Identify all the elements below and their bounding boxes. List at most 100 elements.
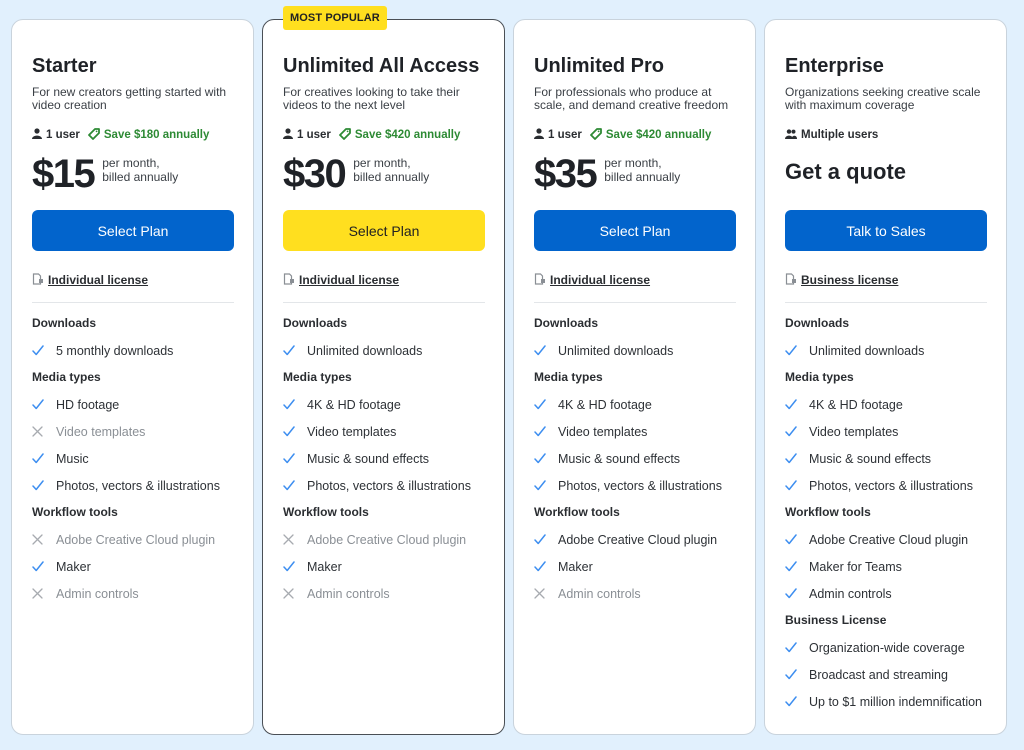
select-plan-button[interactable]: Select Plan bbox=[32, 210, 234, 251]
feature-item: Adobe Creative Cloud plugin bbox=[32, 532, 233, 547]
license-link[interactable]: Individual license bbox=[550, 273, 650, 287]
feature-label: Up to $1 million indemnification bbox=[809, 694, 983, 709]
price: $30 bbox=[283, 152, 347, 196]
savings-label: Save $180 annually bbox=[103, 129, 210, 141]
feature-section-heading: Downloads bbox=[785, 316, 850, 330]
price-note: per month, billed annually bbox=[604, 156, 680, 184]
divider bbox=[534, 302, 736, 303]
check-icon bbox=[283, 426, 307, 437]
feature-label: 4K & HD footage bbox=[809, 397, 903, 412]
savings-label: Save $420 annually bbox=[354, 129, 461, 141]
feature-label: Adobe Creative Cloud plugin bbox=[56, 532, 216, 547]
feature-label: Adobe Creative Cloud plugin bbox=[558, 532, 718, 547]
check-icon bbox=[785, 669, 809, 680]
select-plan-button[interactable]: Select Plan bbox=[283, 210, 485, 251]
feature-label: Photos, vectors & illustrations bbox=[558, 478, 722, 493]
feature-section-heading: Media types bbox=[283, 370, 352, 384]
feature-item: Adobe Creative Cloud plugin bbox=[283, 532, 484, 547]
license-link[interactable]: Individual license bbox=[299, 273, 399, 287]
feature-label: Music & sound effects bbox=[307, 451, 430, 466]
feature-section-heading: Workflow tools bbox=[785, 505, 871, 519]
savings-info: Save $420 annually bbox=[338, 127, 461, 143]
feature-item: Music & sound effects bbox=[534, 451, 735, 466]
divider bbox=[283, 302, 485, 303]
feature-item: 4K & HD footage bbox=[283, 397, 484, 412]
tag-icon bbox=[338, 127, 351, 143]
check-icon bbox=[283, 345, 307, 356]
feature-section-heading: Downloads bbox=[283, 316, 348, 330]
document-icon bbox=[32, 272, 44, 288]
plan-title: Starter bbox=[32, 55, 97, 77]
feature-label: Video templates bbox=[307, 424, 397, 439]
feature-section-heading: Media types bbox=[785, 370, 854, 384]
most-popular-badge: MOST POPULAR bbox=[283, 6, 387, 30]
license-link[interactable]: Individual license bbox=[48, 273, 148, 287]
check-icon bbox=[534, 426, 558, 437]
feature-label: Photos, vectors & illustrations bbox=[56, 478, 220, 493]
check-icon bbox=[785, 426, 809, 437]
feature-item: Admin controls bbox=[534, 586, 735, 601]
feature-item: Maker for Teams bbox=[785, 559, 986, 574]
feature-label: HD footage bbox=[56, 397, 120, 412]
check-icon bbox=[785, 642, 809, 653]
license-link[interactable]: Business license bbox=[801, 273, 898, 287]
users-info: Multiple users bbox=[785, 128, 878, 142]
check-icon bbox=[283, 453, 307, 464]
plan-title: Unlimited All Access bbox=[283, 55, 480, 77]
feature-label: Video templates bbox=[809, 424, 899, 439]
check-icon bbox=[32, 345, 56, 356]
price-note-line2: billed annually bbox=[102, 170, 179, 184]
plan-card-unlimited-all-access: MOST POPULAR Unlimited All Access For crea… bbox=[262, 6, 505, 735]
user-icon bbox=[534, 128, 544, 142]
cross-icon bbox=[32, 426, 56, 437]
check-icon bbox=[785, 588, 809, 599]
cross-icon bbox=[32, 534, 56, 545]
talk-to-sales-button[interactable]: Talk to Sales bbox=[785, 210, 987, 251]
feature-item: 5 monthly downloads bbox=[32, 343, 233, 358]
feature-label: Maker bbox=[56, 559, 91, 574]
check-icon bbox=[785, 534, 809, 545]
plan-title: Enterprise bbox=[785, 55, 884, 77]
check-icon bbox=[534, 345, 558, 356]
users-label: 1 user bbox=[548, 129, 582, 141]
feature-label: Music bbox=[56, 451, 89, 466]
feature-section-heading: Workflow tools bbox=[534, 505, 620, 519]
feature-section-heading: Media types bbox=[534, 370, 603, 384]
feature-label: Admin controls bbox=[56, 586, 139, 601]
check-icon bbox=[32, 480, 56, 491]
users-icon bbox=[785, 128, 797, 142]
feature-label: Unlimited downloads bbox=[307, 343, 423, 358]
feature-label: Music & sound effects bbox=[558, 451, 681, 466]
feature-label: Video templates bbox=[56, 424, 146, 439]
price: $15 bbox=[32, 152, 96, 196]
check-icon bbox=[283, 399, 307, 410]
divider bbox=[785, 302, 987, 303]
check-icon bbox=[785, 399, 809, 410]
users-info: 1 user bbox=[534, 128, 582, 142]
license-row: Individual license bbox=[32, 272, 233, 288]
check-icon bbox=[785, 453, 809, 464]
feature-label: Organization-wide coverage bbox=[809, 640, 965, 655]
pricing-cards: Starter For new creators getting started … bbox=[11, 6, 1007, 735]
feature-label: Admin controls bbox=[809, 586, 892, 601]
feature-item: Admin controls bbox=[785, 586, 986, 601]
document-icon bbox=[785, 272, 797, 288]
feature-item: Admin controls bbox=[32, 586, 233, 601]
plan-title: Unlimited Pro bbox=[534, 55, 665, 77]
price-row: $30 per month, billed annually bbox=[283, 154, 484, 196]
feature-label: Adobe Creative Cloud plugin bbox=[809, 532, 969, 547]
feature-item: Maker bbox=[283, 559, 484, 574]
feature-section-heading: Business License bbox=[785, 613, 887, 627]
feature-label: Maker bbox=[558, 559, 593, 574]
feature-label: Photos, vectors & illustrations bbox=[307, 478, 471, 493]
feature-item: Video templates bbox=[283, 424, 484, 439]
feature-label: 4K & HD footage bbox=[307, 397, 401, 412]
feature-item: Music & sound effects bbox=[283, 451, 484, 466]
price-note: per month, billed annually bbox=[353, 156, 429, 184]
feature-label: Adobe Creative Cloud plugin bbox=[307, 532, 467, 547]
check-icon bbox=[785, 696, 809, 707]
select-plan-button[interactable]: Select Plan bbox=[534, 210, 736, 251]
get-quote-heading: Get a quote bbox=[785, 159, 907, 184]
plan-card-enterprise: Enterprise Organizations seeking creative… bbox=[764, 19, 1007, 735]
feature-section-heading: Downloads bbox=[534, 316, 599, 330]
